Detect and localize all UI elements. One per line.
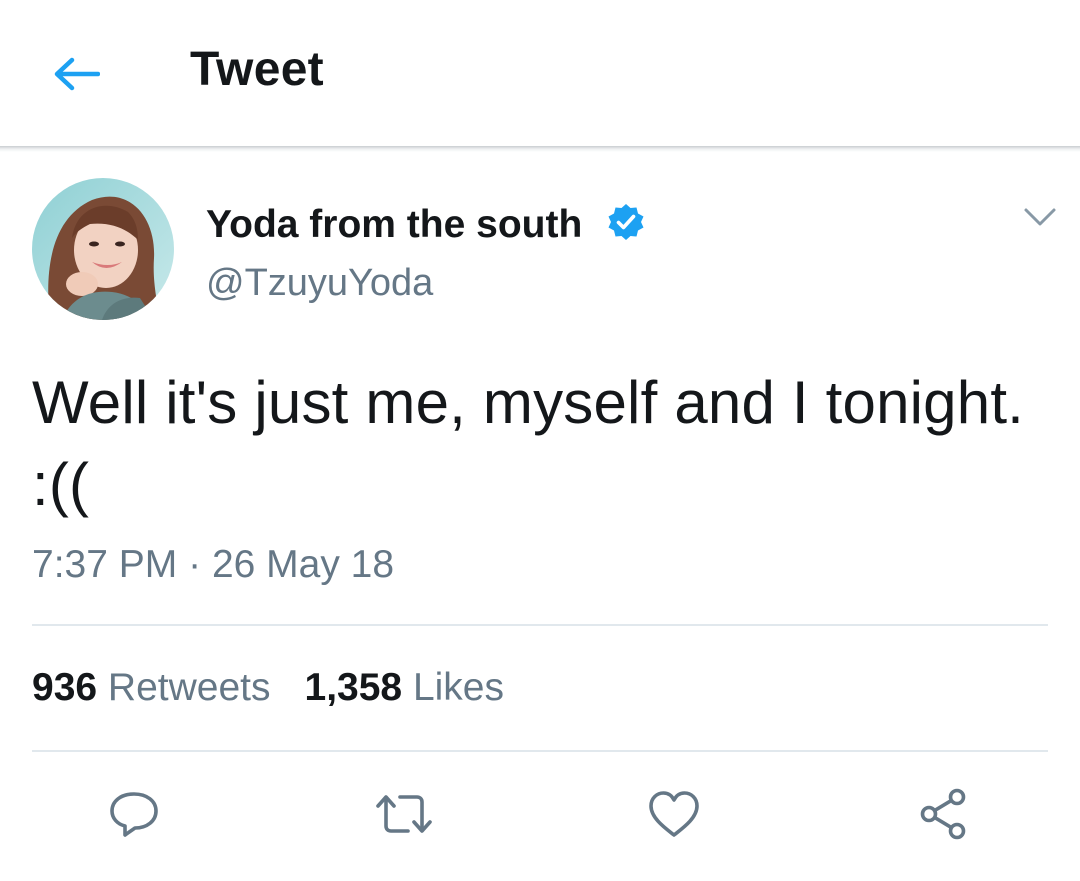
- back-button[interactable]: [46, 48, 106, 100]
- page-title: Tweet: [190, 43, 324, 96]
- likes-count: 1,358: [304, 666, 403, 709]
- tweet-options-button[interactable]: [1018, 200, 1062, 234]
- retweets-stat[interactable]: 936 Retweets: [32, 666, 271, 709]
- tweet-date: 26 May 18: [211, 543, 395, 586]
- engagement-stats: 936 Retweets 1,358 Likes: [32, 666, 504, 710]
- likes-stat[interactable]: 1,358 Likes: [305, 666, 505, 709]
- author-handle[interactable]: @TzuyuYoda: [206, 262, 433, 305]
- divider: [32, 750, 1048, 752]
- author-display-name[interactable]: Yoda from the south: [206, 203, 582, 247]
- timestamp-separator: ·: [188, 543, 202, 586]
- share-icon: [920, 788, 966, 840]
- divider: [32, 624, 1048, 626]
- like-button[interactable]: [644, 784, 704, 844]
- app-header: Tweet: [0, 0, 1080, 148]
- header-divider: [0, 146, 1080, 152]
- chevron-down-icon: [1024, 208, 1056, 226]
- reply-button[interactable]: [104, 784, 164, 844]
- tweet-timestamp: 7:37 PM · 26 May 18: [32, 543, 394, 587]
- likes-label: Likes: [412, 666, 504, 709]
- retweet-icon: [376, 795, 432, 833]
- tweet-time: 7:37 PM: [32, 543, 178, 586]
- tweet-text: Well it's just me, myself and I tonight.…: [32, 369, 1025, 518]
- heart-icon: [649, 791, 699, 837]
- share-button[interactable]: [914, 784, 974, 844]
- avatar[interactable]: [32, 178, 174, 320]
- avatar-photo: [32, 178, 174, 320]
- retweet-button[interactable]: [374, 784, 434, 844]
- reply-icon: [110, 792, 158, 837]
- retweets-label: Retweets: [107, 666, 271, 709]
- retweets-count: 936: [32, 666, 98, 709]
- arrow-left-icon: [54, 57, 100, 91]
- verified-badge-icon: [608, 204, 644, 240]
